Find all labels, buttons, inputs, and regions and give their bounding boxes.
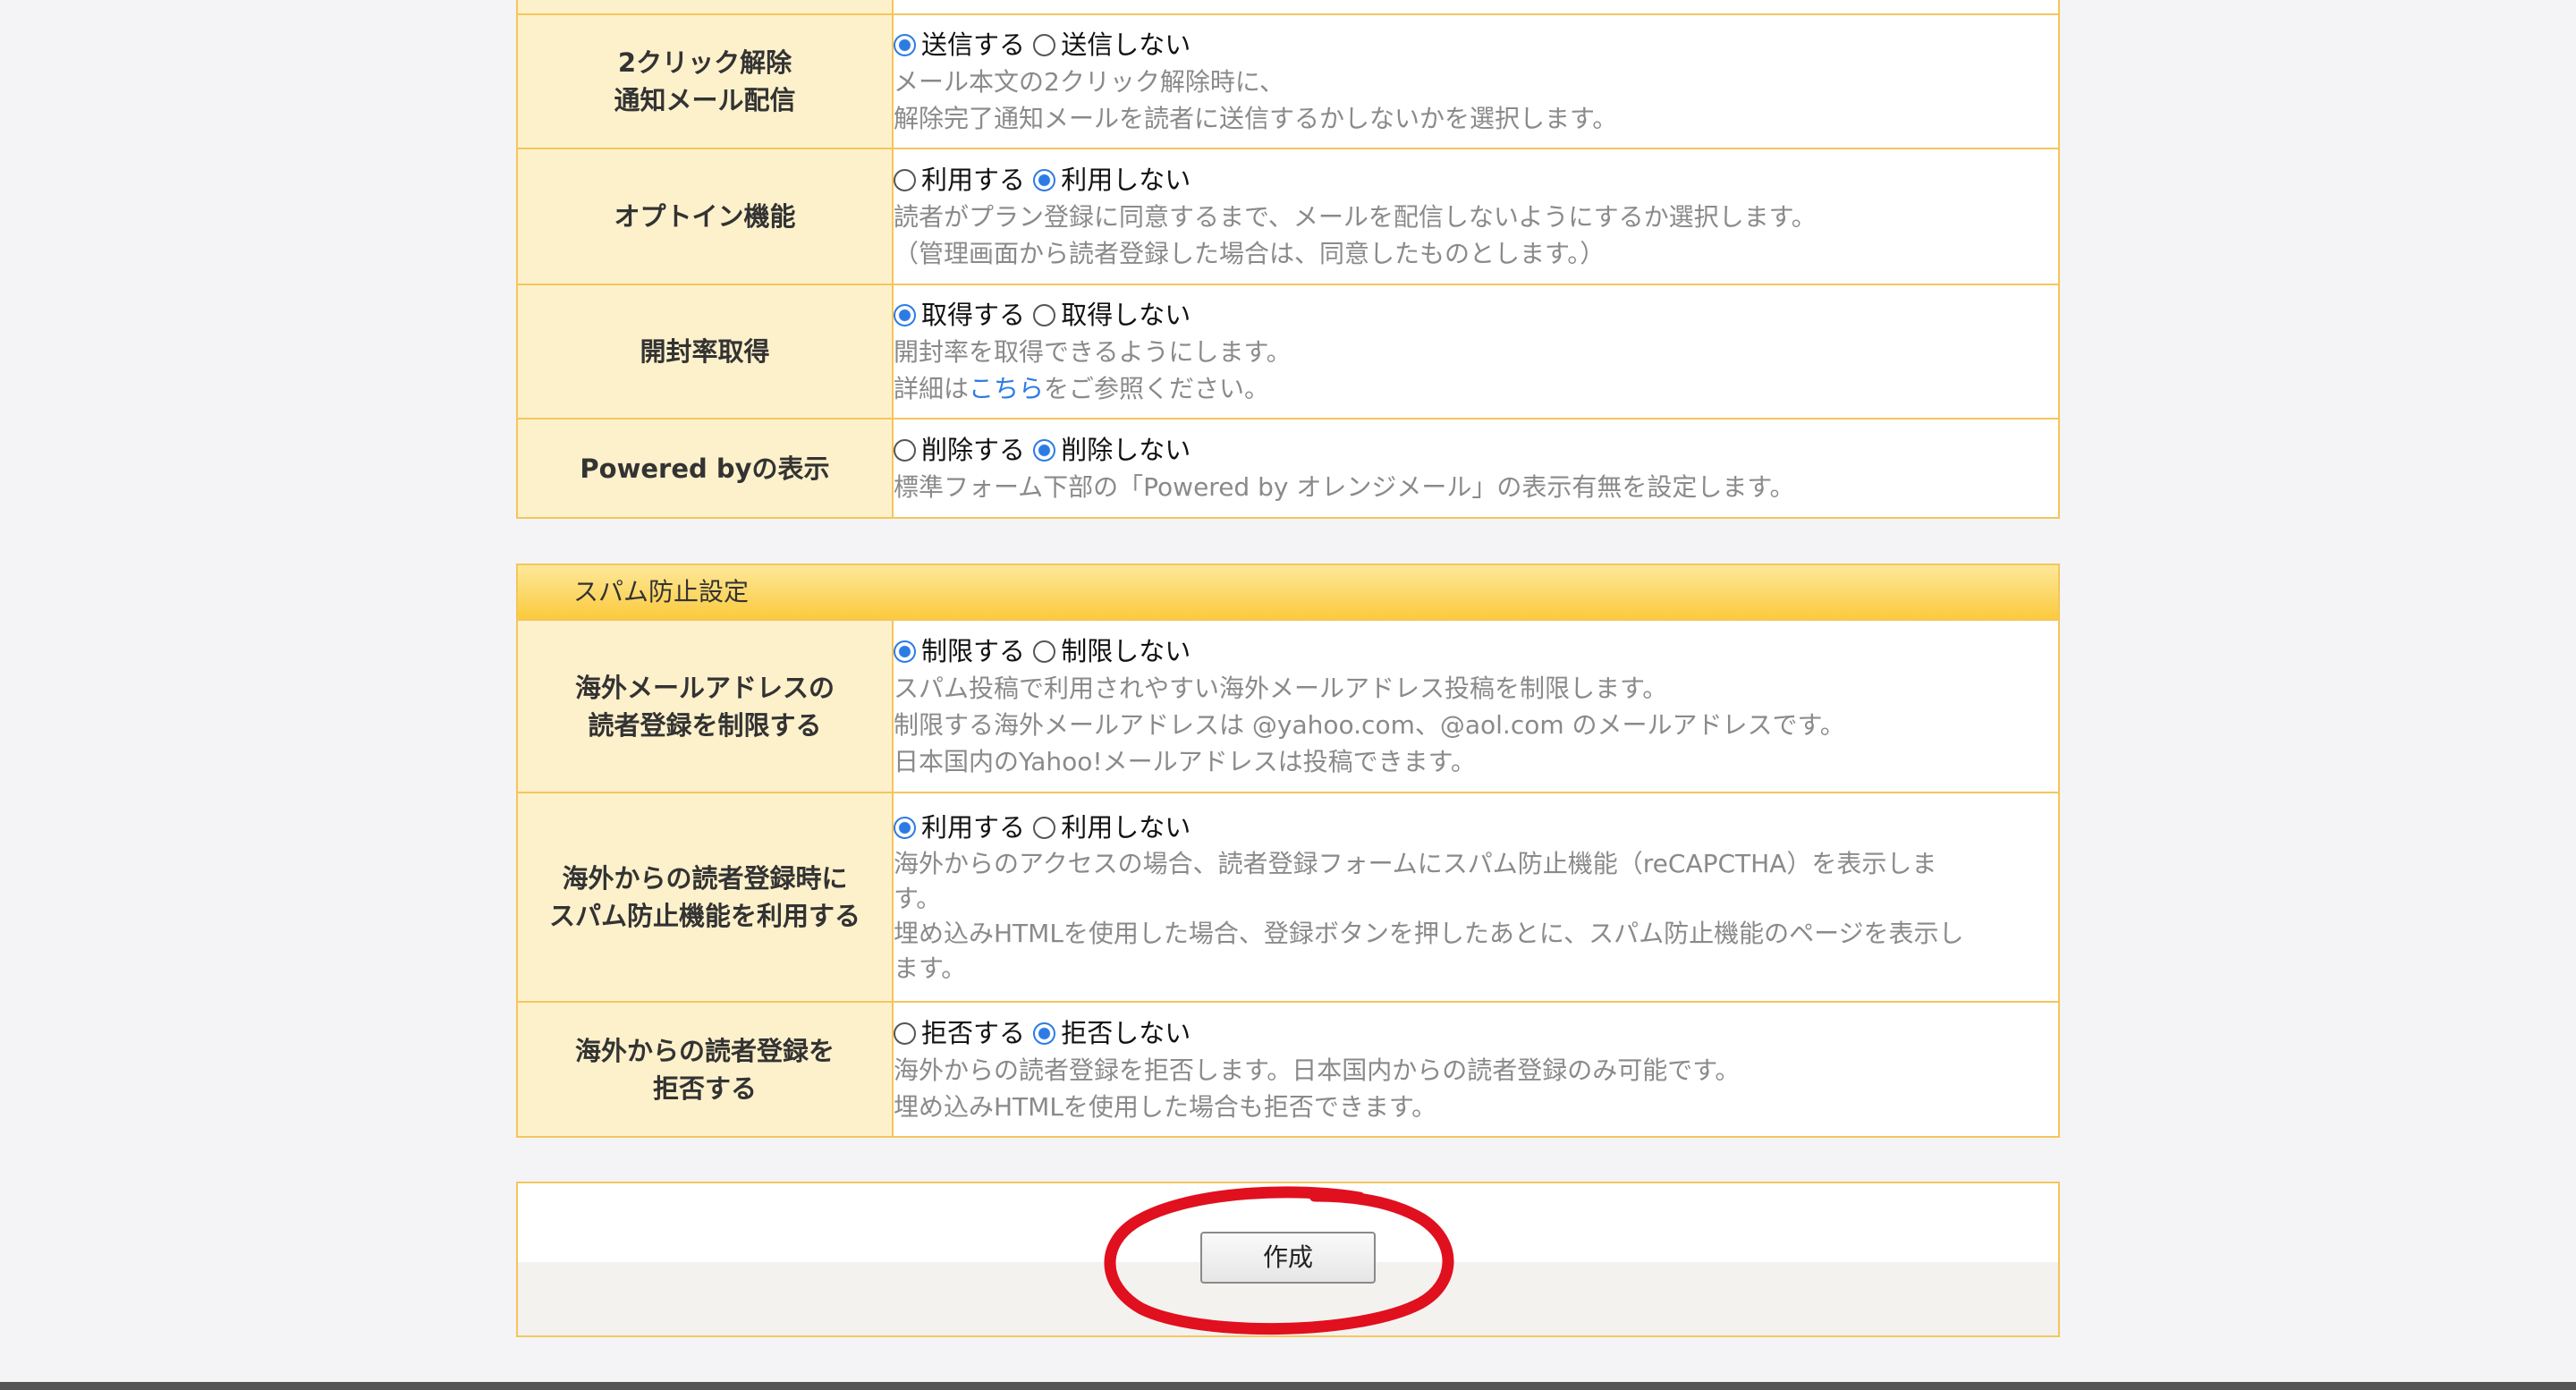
radio-track[interactable]: 取得する bbox=[894, 300, 1025, 330]
setting-description: 海外からの読者登録を拒否します。日本国内からの読者登録のみ可能です。 埋め込みH… bbox=[894, 1055, 1741, 1122]
radio-button[interactable] bbox=[1033, 34, 1056, 56]
setting-row-foreign-address: 海外メールアドレスの 読者登録を制限する 制限する 制限しない スパム投稿で利用… bbox=[518, 621, 2058, 792]
radio-button[interactable] bbox=[894, 34, 916, 56]
radio-button[interactable] bbox=[1033, 169, 1056, 191]
radio-group: 削除する 削除しない bbox=[894, 431, 2058, 469]
details-link[interactable]: こちら bbox=[969, 374, 1044, 403]
setting-label: 2クリック解除 通知メール配信 bbox=[518, 13, 894, 148]
radio-button[interactable] bbox=[894, 439, 916, 462]
radio-no-restrict[interactable]: 制限しない bbox=[1033, 636, 1191, 666]
setting-row-open-rate: 開封率取得 取得する 取得しない 開封率を取得できるようにします。 詳細はこちら… bbox=[518, 284, 2058, 419]
setting-label: 海外からの読者登録時に スパム防止機能を利用する bbox=[518, 792, 894, 1002]
radio-button[interactable] bbox=[894, 817, 916, 839]
radio-group: 利用する 利用しない bbox=[894, 809, 2058, 846]
spam-settings-panel: 海外メールアドレスの 読者登録を制限する 制限する 制限しない スパム投稿で利用… bbox=[516, 619, 2060, 1138]
radio-button[interactable] bbox=[894, 169, 916, 191]
setting-description: 標準フォーム下部の「Powered by オレンジメール」の表示有無を設定します… bbox=[894, 472, 1795, 502]
radio-no-reject[interactable]: 拒否しない bbox=[1033, 1018, 1191, 1048]
radio-button[interactable] bbox=[1033, 439, 1056, 462]
radio-button[interactable] bbox=[1033, 640, 1056, 663]
radio-group: 利用する 利用しない bbox=[894, 161, 2058, 199]
table-row bbox=[518, 0, 2058, 14]
radio-button[interactable] bbox=[1033, 304, 1056, 326]
setting-label: オプトイン機能 bbox=[518, 148, 894, 284]
setting-description: 海外からのアクセスの場合、読者登録フォームにスパム防止機能（reCAPCTHA）… bbox=[894, 849, 1964, 983]
radio-restrict[interactable]: 制限する bbox=[894, 636, 1025, 666]
setting-description: スパム投稿で利用されやすい海外メールアドレス投稿を制限します。 制限する海外メー… bbox=[894, 674, 1845, 776]
setting-description: メール本文の2クリック解除時に、 解除完了通知メールを読者に送信するかしないかを… bbox=[894, 67, 1618, 133]
radio-button[interactable] bbox=[894, 1021, 916, 1045]
radio-remove[interactable]: 削除する bbox=[894, 435, 1025, 465]
radio-button[interactable] bbox=[1033, 1021, 1056, 1045]
radio-group: 取得する 取得しない bbox=[894, 296, 2058, 334]
setting-label: 海外からの読者登録を 拒否する bbox=[518, 1001, 894, 1136]
setting-label: Powered byの表示 bbox=[518, 418, 894, 517]
radio-send[interactable]: 送信する bbox=[894, 30, 1025, 60]
radio-group: 送信する 送信しない bbox=[894, 26, 2058, 64]
setting-description: 読者がプラン登録に同意するまで、メールを配信しないようにするか選択します。 （管… bbox=[894, 202, 1817, 268]
basic-settings-table: 2クリック解除 通知メール配信 送信する 送信しない メール本文の2クリック解除… bbox=[518, 0, 2058, 517]
spam-section-header: スパム防止設定 bbox=[516, 564, 2060, 621]
bottom-edge-bar bbox=[0, 1382, 2576, 1390]
setting-row-powered-by: Powered byの表示 削除する 削除しない 標準フォーム下部の「Power… bbox=[518, 418, 2058, 517]
radio-button[interactable] bbox=[894, 304, 916, 326]
basic-settings-panel: 2クリック解除 通知メール配信 送信する 送信しない メール本文の2クリック解除… bbox=[516, 0, 2060, 519]
spam-settings-table: 海外メールアドレスの 読者登録を制限する 制限する 制限しない スパム投稿で利用… bbox=[518, 621, 2058, 1136]
radio-keep[interactable]: 削除しない bbox=[1033, 435, 1191, 465]
setting-label: 開封率取得 bbox=[518, 284, 894, 419]
radio-group: 制限する 制限しない bbox=[894, 632, 2058, 670]
setting-row-foreign-reject: 海外からの読者登録を 拒否する 拒否する 拒否しない 海外からの読者登録を拒否し… bbox=[518, 1001, 2058, 1136]
radio-button[interactable] bbox=[1033, 817, 1056, 839]
radio-group: 拒否する 拒否しない bbox=[894, 1014, 2058, 1052]
radio-button[interactable] bbox=[894, 640, 916, 663]
annotation-circle bbox=[1104, 1186, 1454, 1335]
radio-reject[interactable]: 拒否する bbox=[894, 1018, 1025, 1048]
radio-use[interactable]: 利用する bbox=[894, 812, 1025, 843]
setting-row-two-click-notify: 2クリック解除 通知メール配信 送信する 送信しない メール本文の2クリック解除… bbox=[518, 13, 2058, 148]
radio-no-track[interactable]: 取得しない bbox=[1033, 300, 1191, 330]
radio-no-use[interactable]: 利用しない bbox=[1033, 165, 1191, 195]
setting-row-foreign-spam-protect: 海外からの読者登録時に スパム防止機能を利用する 利用する 利用しない 海外から… bbox=[518, 792, 2058, 1002]
radio-no-send[interactable]: 送信しない bbox=[1033, 30, 1191, 60]
setting-description: 開封率を取得できるようにします。 詳細はこちらをご参照ください。 bbox=[894, 337, 1292, 403]
setting-row-optin: オプトイン機能 利用する 利用しない 読者がプラン登録に同意するまで、メールを配… bbox=[518, 148, 2058, 284]
radio-no-use[interactable]: 利用しない bbox=[1033, 812, 1191, 843]
radio-use[interactable]: 利用する bbox=[894, 165, 1025, 195]
setting-label: 海外メールアドレスの 読者登録を制限する bbox=[518, 621, 894, 792]
